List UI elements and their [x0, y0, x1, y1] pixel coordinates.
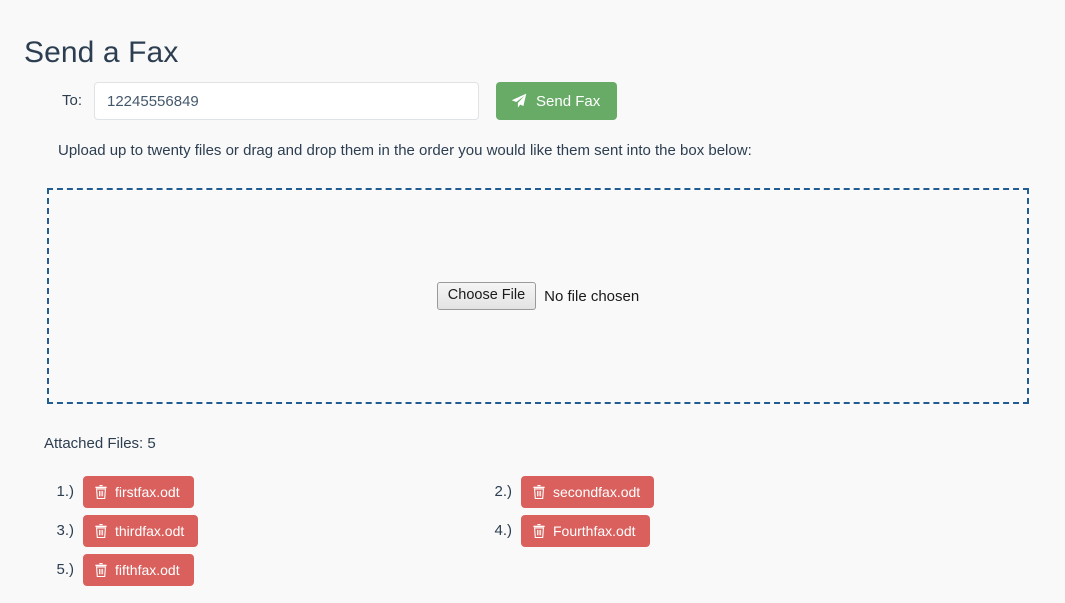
attached-file-item: 2.) secondfax.odt [482, 476, 920, 508]
attached-file-item-placeholder [482, 554, 920, 586]
upload-instructions: Upload up to twenty files or drag and dr… [58, 142, 752, 159]
file-dropzone[interactable]: Choose File No file chosen [47, 188, 1029, 404]
attached-file-item: 1.) firstfax.odt [44, 476, 482, 508]
file-index-label: 3.) [56, 522, 74, 539]
send-fax-button[interactable]: Send Fax [496, 82, 618, 120]
no-file-chosen-label: No file chosen [544, 287, 640, 305]
file-name-label: Fourthfax.odt [553, 523, 636, 539]
paper-plane-icon [511, 93, 527, 109]
attached-file-item: 4.) Fourthfax.odt [482, 515, 920, 547]
remove-file-button[interactable]: secondfax.odt [521, 476, 655, 508]
remove-file-button[interactable]: Fourthfax.odt [521, 515, 650, 547]
trash-icon [533, 485, 545, 500]
choose-file-button[interactable]: Choose File [436, 282, 537, 310]
send-fax-button-label: Send Fax [536, 92, 601, 110]
attached-files-count: Attached Files: 5 [44, 435, 156, 452]
attached-file-item: 3.) thirdfax.odt [44, 515, 482, 547]
file-name-label: firstfax.odt [115, 484, 180, 500]
attached-files-list: 1.) firstfax.odt 2.) secondfax.odt 3.) t… [44, 476, 944, 593]
file-input-control[interactable]: Choose File No file chosen [436, 282, 640, 310]
trash-icon [95, 563, 107, 578]
remove-file-button[interactable]: firstfax.odt [83, 476, 194, 508]
file-row: 5.) fifthfax.odt [44, 554, 944, 586]
trash-icon [95, 524, 107, 539]
file-index-label: 1.) [56, 483, 74, 500]
file-name-label: thirdfax.odt [115, 523, 185, 539]
recipient-row: To: Send Fax [24, 82, 618, 120]
remove-file-button[interactable]: fifthfax.odt [83, 554, 194, 586]
file-index-label: 2.) [494, 483, 512, 500]
attached-file-item: 5.) fifthfax.odt [44, 554, 482, 586]
remove-file-button[interactable]: thirdfax.odt [83, 515, 199, 547]
file-index-label: 4.) [494, 522, 512, 539]
file-row: 3.) thirdfax.odt 4.) Fourthfax.odt [44, 515, 944, 547]
to-label: To: [61, 92, 82, 109]
file-index-label: 5.) [56, 561, 74, 578]
send-fax-page: Send a Fax To: Send Fax Upload up to twe… [0, 0, 1065, 603]
file-row: 1.) firstfax.odt 2.) secondfax.odt [44, 476, 944, 508]
file-name-label: fifthfax.odt [115, 562, 180, 578]
trash-icon [533, 524, 545, 539]
file-name-label: secondfax.odt [553, 484, 641, 500]
page-title: Send a Fax [24, 36, 179, 70]
fax-number-input[interactable] [94, 82, 479, 120]
trash-icon [95, 485, 107, 500]
